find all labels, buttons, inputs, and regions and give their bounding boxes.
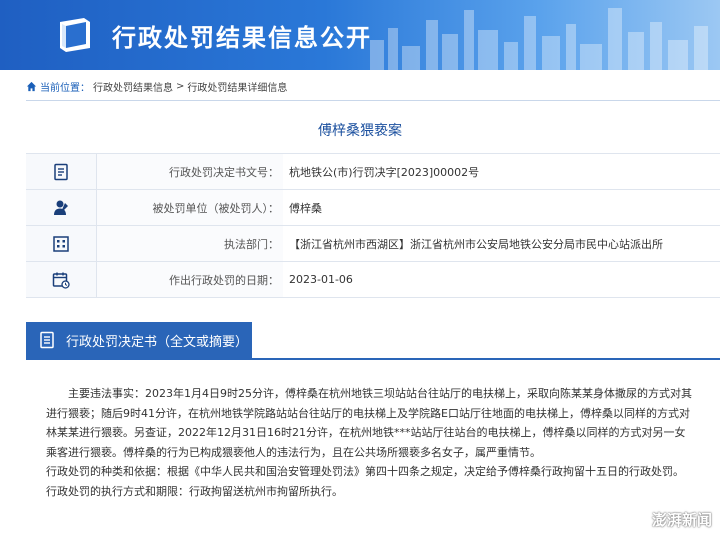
info-value-decision-date: 2023-01-06: [289, 273, 353, 286]
decision-tab[interactable]: 行政处罚决定书（全文或摘要）: [26, 322, 252, 358]
person-icon: [54, 200, 68, 215]
book-icon: [60, 18, 90, 52]
decision-tab-label: 行政处罚决定书（全文或摘要）: [66, 334, 249, 350]
info-row-decision-date: 作出行政处罚的日期： 2023-01-06: [26, 262, 720, 298]
decision-section-header: 行政处罚决定书（全文或摘要）: [26, 322, 720, 360]
info-value-document-number: 杭地铁公(市)行罚决字[2023]00002号: [289, 165, 480, 179]
info-label-punished-party: 被处罚单位（被处罚人）：: [97, 190, 283, 225]
breadcrumb-link-results[interactable]: 行政处罚结果信息: [93, 79, 173, 94]
decision-paragraph-basis: 行政处罚的种类和依据：根据《中华人民共和国治安管理处罚法》第四十四条之规定，决定…: [46, 465, 684, 479]
breadcrumb-divider: [26, 100, 720, 101]
info-row-enforcement-department: 执法部门： 【浙江省杭州市西湖区】浙江省杭州市公安局地铁公安分局市民中心站派出所: [26, 226, 720, 262]
info-label-decision-date: 作出行政处罚的日期：: [97, 262, 283, 297]
home-icon: [26, 81, 37, 91]
document-number-icon: [54, 163, 68, 180]
info-row-punished-party: 被处罚单位（被处罚人）： 傅梓桑: [26, 190, 720, 226]
case-info-table: 行政处罚决定书文号： 杭地铁公(市)行罚决字[2023]00002号 被处罚单位…: [26, 153, 720, 298]
calendar-icon: [52, 272, 70, 289]
decision-paragraph-execution: 行政处罚的执行方式和期限：行政拘留送杭州市拘留所执行。: [46, 484, 343, 498]
weibo-icon: [627, 511, 647, 528]
info-label-enforcement-department: 执法部门：: [97, 226, 283, 261]
watermark: 澎湃新闻: [626, 508, 712, 530]
document-icon: [40, 331, 54, 349]
decision-paragraph-facts: 主要违法事实：2023年1月4日9时25分许，傅梓桑在杭州地铁三坝站站台往站厅的…: [46, 387, 692, 459]
header-banner: 行政处罚结果信息公开: [0, 0, 720, 70]
breadcrumb-separator: >: [176, 80, 185, 92]
breadcrumb-current-page: 行政处罚结果详细信息: [187, 82, 288, 94]
building-icon: [53, 235, 69, 252]
info-label-document-number: 行政处罚决定书文号：: [97, 154, 283, 189]
city-skyline-decoration: [370, 8, 708, 70]
breadcrumb: 当前位置： 行政处罚结果信息 > 行政处罚结果详细信息: [26, 78, 287, 94]
decision-body: 主要违法事实：2023年1月4日9时25分许，傅梓桑在杭州地铁三坝站站台往站厅的…: [46, 384, 696, 502]
banner-title: 行政处罚结果信息公开: [112, 24, 372, 52]
breadcrumb-current-label: 当前位置：: [40, 82, 90, 94]
watermark-text: 澎湃新闻: [651, 510, 712, 529]
info-value-enforcement-department: 【浙江省杭州市西湖区】浙江省杭州市公安局地铁公安分局市民中心站派出所: [289, 237, 663, 251]
case-title: 傅梓桑猥亵案: [318, 123, 402, 139]
info-value-punished-party: 傅梓桑: [289, 201, 322, 215]
info-row-document-number: 行政处罚决定书文号： 杭地铁公(市)行罚决字[2023]00002号: [26, 154, 720, 190]
